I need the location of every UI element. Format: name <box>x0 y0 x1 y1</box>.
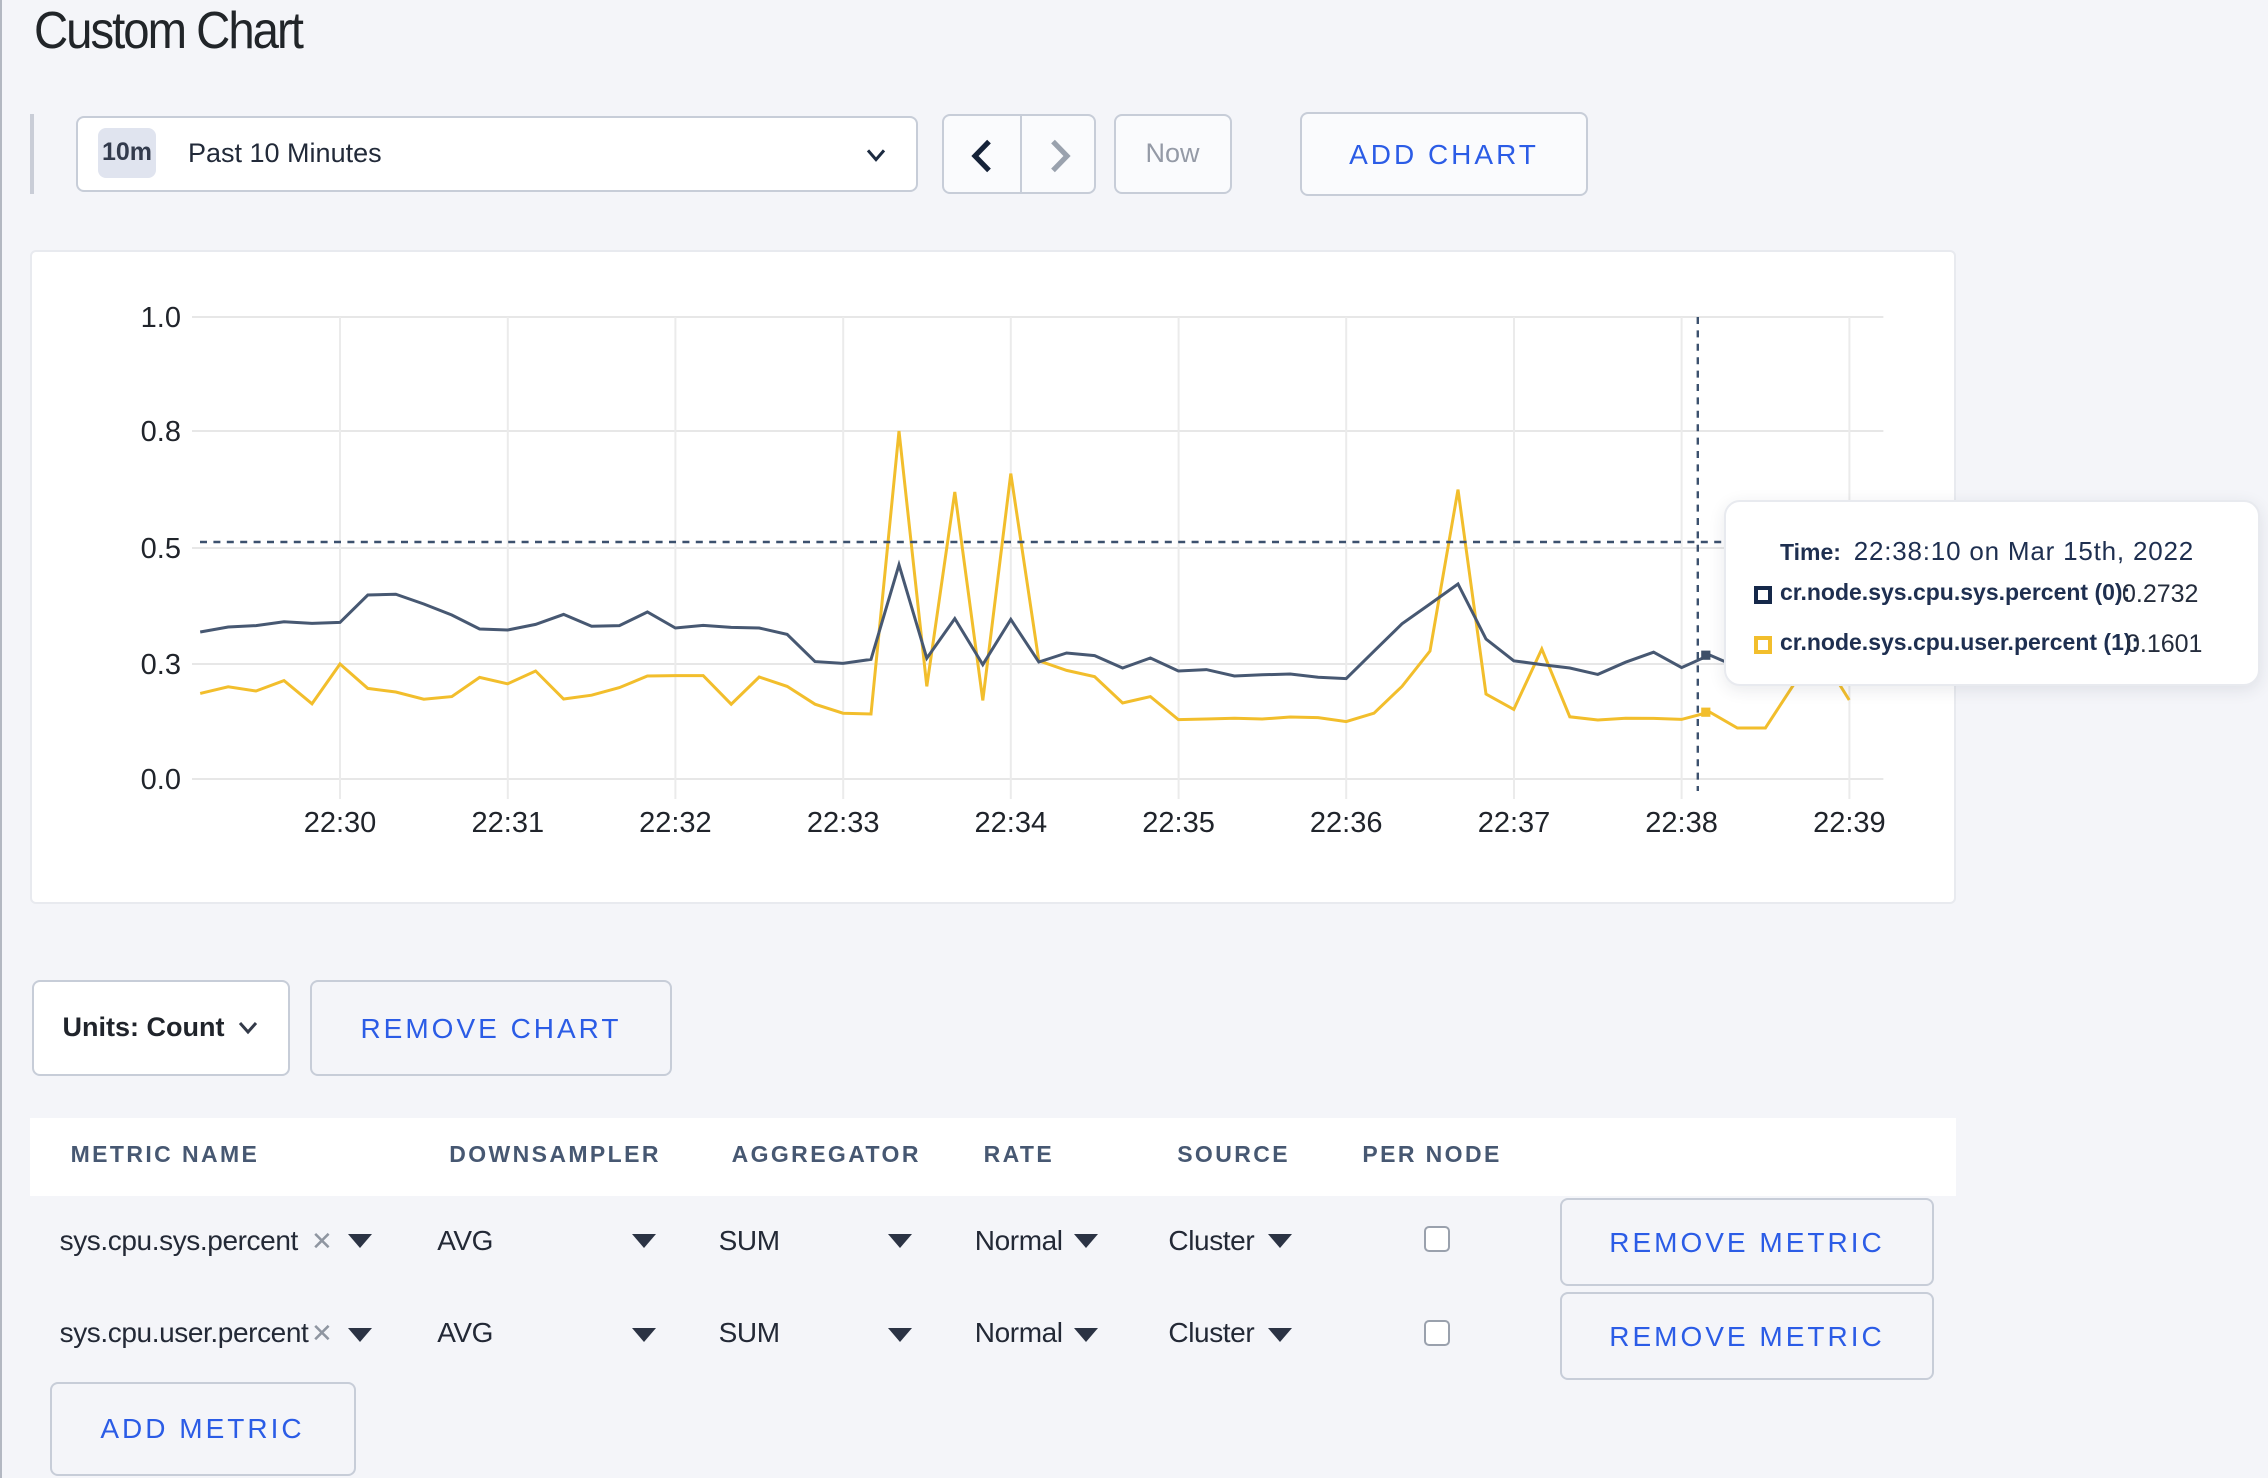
svg-text:22:32: 22:32 <box>639 806 712 838</box>
svg-text:0.8: 0.8 <box>141 415 181 447</box>
svg-text:0.3: 0.3 <box>141 648 181 680</box>
svg-text:22:36: 22:36 <box>1310 806 1383 838</box>
svg-text:22:34: 22:34 <box>975 806 1048 838</box>
svg-text:22:35: 22:35 <box>1142 806 1215 838</box>
svg-text:22:33: 22:33 <box>807 806 880 838</box>
svg-text:1.0: 1.0 <box>141 301 181 333</box>
svg-text:22:30: 22:30 <box>304 806 377 838</box>
svg-text:22:37: 22:37 <box>1478 806 1551 838</box>
svg-text:0.0: 0.0 <box>141 763 181 795</box>
svg-text:0.5: 0.5 <box>141 532 181 564</box>
svg-text:22:38: 22:38 <box>1645 806 1718 838</box>
svg-text:22:31: 22:31 <box>472 806 545 838</box>
svg-text:22:39: 22:39 <box>1813 806 1886 838</box>
